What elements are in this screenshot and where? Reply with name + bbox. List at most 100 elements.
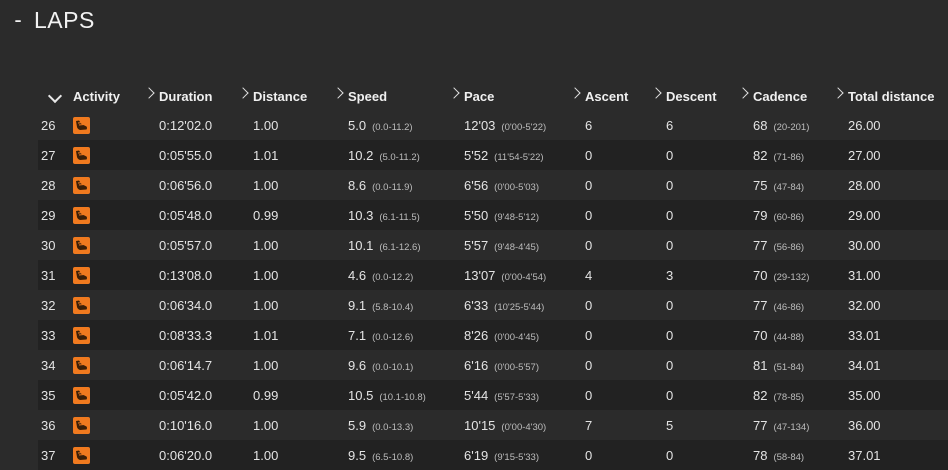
collapse-toggle[interactable]: - <box>12 6 24 34</box>
duration-value: 0:06'14.7 <box>159 357 213 373</box>
pace-cell: 6'16 (0'00-5'57) <box>464 350 585 380</box>
table-row[interactable]: 26 0:12'02.0 1.00 5.0 (0.0-11.2) 12'03 (0'… <box>38 110 948 140</box>
ascent-cell: 0 <box>585 170 666 200</box>
running-shoe-icon <box>73 266 90 284</box>
descent-cell: 0 <box>666 380 753 410</box>
cadence-value: 77 <box>753 297 768 313</box>
pace-range-value: (9'48-4'45) <box>494 241 539 253</box>
cadence-range-value: (47-84) <box>773 181 805 193</box>
table-row[interactable]: 29 0:05'48.0 0.99 10.3 (6.1-11.5) 5'50 (9'… <box>38 200 948 230</box>
column-header-speed[interactable]: Speed <box>332 82 464 110</box>
chevron-down-icon[interactable] <box>47 88 63 103</box>
duration-value: 0:06'34.0 <box>159 297 213 313</box>
pace-range-value: (0'00-4'30) <box>501 421 547 433</box>
descent-cell: 0 <box>666 170 753 200</box>
ascent-cell: 0 <box>585 140 666 170</box>
pace-value: 6'16 <box>464 357 489 373</box>
duration-cell: 0:06'34.0 <box>159 290 253 320</box>
table-row[interactable]: 36 0:10'16.0 1.00 5.9 (0.0-13.3) 10'15 (0'… <box>38 410 948 440</box>
speed-cell: 7.1 (0.0-12.6) <box>348 320 464 350</box>
column-header-pace[interactable]: Pace <box>448 82 585 110</box>
duration-cell: 0:08'33.3 <box>159 320 253 350</box>
lap-number: 31 <box>38 260 73 290</box>
distance-value: 1.00 <box>253 297 279 313</box>
speed-value: 10.2 <box>348 147 374 163</box>
duration-value: 0:13'08.0 <box>159 267 213 283</box>
column-header-cadence[interactable]: Cadence <box>737 82 848 110</box>
pace-range-value: (0'00-4'45) <box>494 331 539 343</box>
table-row[interactable]: 28 0:06'56.0 1.00 8.6 (0.0-11.9) 6'56 (0'0… <box>38 170 948 200</box>
speed-value: 5.9 <box>348 417 367 433</box>
pace-value: 6'19 <box>464 447 489 463</box>
descent-value: 0 <box>666 387 674 403</box>
distance-value: 1.00 <box>253 357 279 373</box>
lap-number: 33 <box>38 320 73 350</box>
descent-cell: 0 <box>666 230 753 260</box>
table-row[interactable]: 30 0:05'57.0 1.00 10.1 (6.1-12.6) 5'57 (9'… <box>38 230 948 260</box>
pace-range-value: (0'00-4'54) <box>501 271 547 283</box>
ascent-value: 7 <box>585 417 593 433</box>
lap-number: 35 <box>38 380 73 410</box>
descent-value: 0 <box>666 177 674 193</box>
distance-cell: 1.00 <box>253 290 348 320</box>
table-row[interactable]: 35 0:05'42.0 0.99 10.5 (10.1-10.8) 5'44 (5… <box>38 380 948 410</box>
ascent-cell: 0 <box>585 320 666 350</box>
ascent-value: 0 <box>585 297 593 313</box>
running-shoe-icon <box>73 296 90 314</box>
table-row[interactable]: 31 0:13'08.0 1.00 4.6 (0.0-12.2) 13'07 (0'… <box>38 260 948 290</box>
lap-value: 28 <box>41 177 56 193</box>
ascent-value: 0 <box>585 207 593 223</box>
table-row[interactable]: 34 0:06'14.7 1.00 9.6 (0.0-10.1) 6'16 (0'0… <box>38 350 948 380</box>
speed-cell: 10.2 (5.0-11.2) <box>348 140 464 170</box>
speed-range-value: (0.0-11.2) <box>372 121 413 133</box>
speed-cell: 4.6 (0.0-12.2) <box>348 260 464 290</box>
running-shoe-icon <box>73 386 90 404</box>
activity-cell <box>73 320 159 350</box>
pace-value: 10'15 <box>464 417 496 433</box>
speed-value: 7.1 <box>348 327 367 343</box>
total-value: 32.00 <box>848 297 881 313</box>
running-shoe-icon <box>73 176 90 194</box>
pace-value: 6'33 <box>464 297 489 313</box>
cadence-range-value: (60-86) <box>773 211 805 223</box>
table-row[interactable]: 32 0:06'34.0 1.00 9.1 (5.8-10.4) 6'33 (10'… <box>38 290 948 320</box>
column-header-total-distance[interactable]: Total distance <box>832 82 948 110</box>
duration-value: 0:08'33.3 <box>159 327 213 343</box>
speed-value: 9.1 <box>348 297 367 313</box>
pace-value: 12'03 <box>464 117 496 133</box>
cadence-cell: 82 (78-85) <box>753 380 848 410</box>
pace-range-value: (0'00-5'03) <box>494 181 539 193</box>
lap-number: 28 <box>38 170 73 200</box>
sort-column[interactable] <box>38 82 73 110</box>
lap-value: 29 <box>41 207 56 223</box>
total-value: 30.00 <box>848 237 881 253</box>
ascent-value: 0 <box>585 387 593 403</box>
lap-value: 31 <box>41 267 56 283</box>
running-shoe-icon <box>73 356 90 374</box>
duration-value: 0:05'42.0 <box>159 387 213 403</box>
running-shoe-icon <box>73 416 90 434</box>
table-row[interactable]: 27 0:05'55.0 1.01 10.2 (5.0-11.2) 5'52 (11… <box>38 140 948 170</box>
table-row[interactable]: 33 0:08'33.3 1.01 7.1 (0.0-12.6) 8'26 (0'0… <box>38 320 948 350</box>
total-distance-cell: 31.00 <box>848 260 948 290</box>
lap-number: 29 <box>38 200 73 230</box>
cadence-cell: 77 (46-86) <box>753 290 848 320</box>
ascent-value: 0 <box>585 177 593 193</box>
distance-value: 1.00 <box>253 237 279 253</box>
activity-cell <box>73 140 159 170</box>
total-distance-cell: 26.00 <box>848 110 948 140</box>
distance-value: 1.00 <box>253 117 279 133</box>
distance-value: 0.99 <box>253 207 279 223</box>
column-header-duration[interactable]: Duration <box>143 82 253 110</box>
table-row[interactable]: 37 0:06'20.0 1.00 9.5 (6.5-10.8) 6'19 (9'1… <box>38 440 948 470</box>
pace-cell: 8'26 (0'00-4'45) <box>464 320 585 350</box>
total-distance-cell: 29.00 <box>848 200 948 230</box>
table-header-row: Activity Duration Distance Speed Pace As… <box>38 82 948 110</box>
total-distance-cell: 30.00 <box>848 230 948 260</box>
descent-value: 0 <box>666 147 674 163</box>
cadence-value: 68 <box>753 117 768 133</box>
cadence-range-value: (20-201) <box>773 121 810 133</box>
pace-value: 13'07 <box>464 267 496 283</box>
column-header-distance[interactable]: Distance <box>237 82 348 110</box>
distance-cell: 1.01 <box>253 320 348 350</box>
